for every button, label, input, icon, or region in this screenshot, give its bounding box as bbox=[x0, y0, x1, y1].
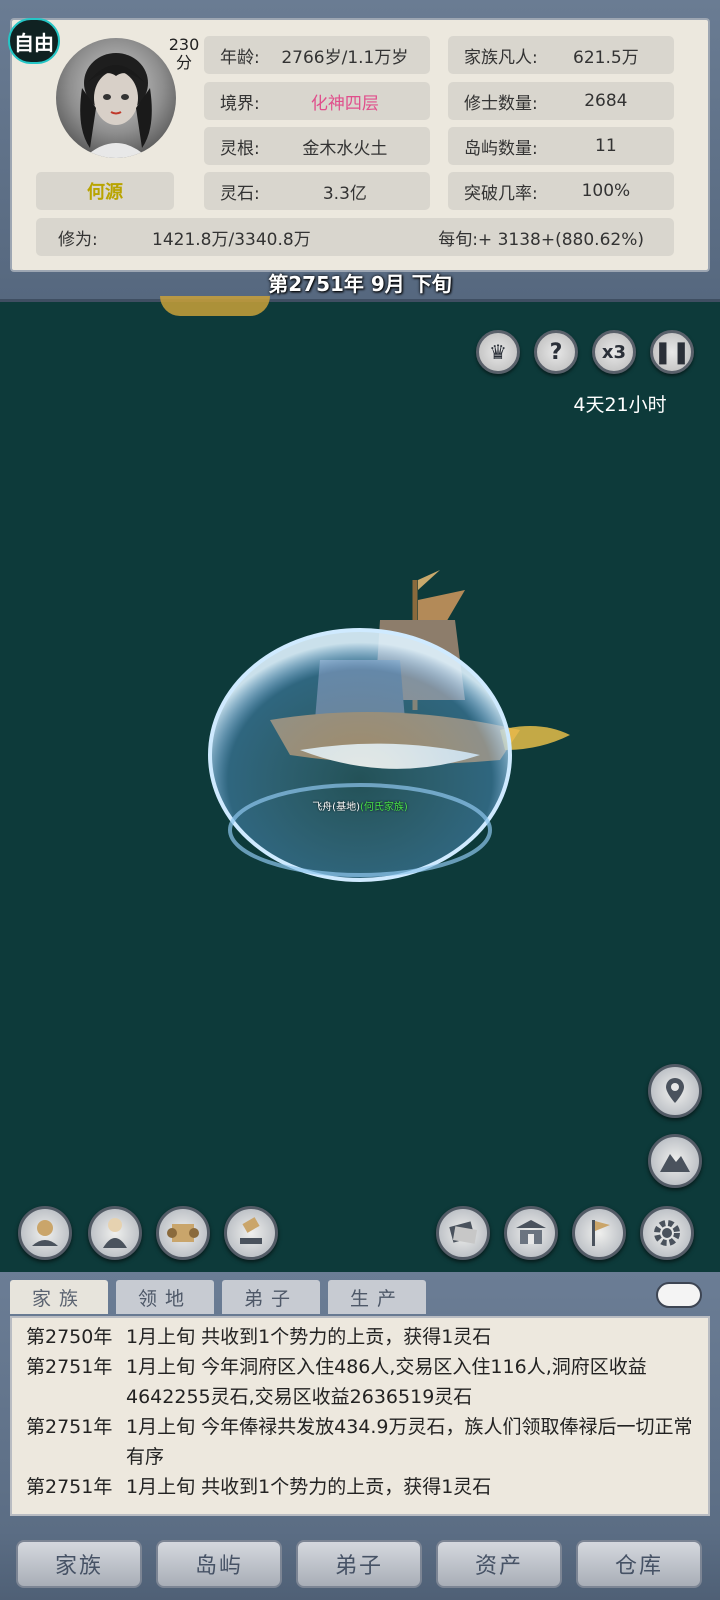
spirit-stone-cell: 灵石: 3.3亿 bbox=[204, 172, 430, 210]
flag-button[interactable] bbox=[572, 1206, 626, 1260]
speed-label: x3 bbox=[601, 341, 627, 363]
bottom-nav: 家族 岛屿 弟子 资产 仓库 bbox=[0, 1532, 720, 1600]
tab-disciples[interactable]: 弟子 bbox=[222, 1280, 320, 1314]
list-item: 第2751年 1月上旬 今年俸禄共发放434.9万灵石，族人们领取俸禄后一切正常… bbox=[26, 1416, 693, 1468]
free-mode-badge[interactable]: 自由 bbox=[8, 18, 60, 64]
ticket-icon bbox=[449, 1221, 478, 1244]
mortals-cell: 家族凡人: 621.5万 bbox=[448, 36, 674, 74]
breakthrough-cell: 突破几率: 100% bbox=[448, 172, 674, 210]
achievement-button[interactable]: ♛ bbox=[476, 330, 520, 374]
ship-label: 飞舟(基地)(何氏家族) bbox=[312, 802, 408, 813]
nav-islands-button[interactable]: 岛屿 bbox=[156, 1540, 282, 1588]
list-item: 第2750年 1月上旬 共收到1个势力的上贡，获得1灵石 bbox=[26, 1326, 492, 1348]
score-display: 230 分 bbox=[168, 35, 200, 72]
tab-production[interactable]: 生产 bbox=[328, 1280, 426, 1314]
pavilion-icon bbox=[516, 1220, 546, 1244]
scroll-button[interactable] bbox=[156, 1206, 210, 1260]
map-pin-icon bbox=[666, 1078, 684, 1103]
cultivators-cell: 修士数量: 2684 bbox=[448, 82, 674, 120]
tab-family[interactable]: 家族 bbox=[10, 1280, 108, 1314]
nav-warehouse-button[interactable]: 仓库 bbox=[576, 1540, 702, 1588]
player-name[interactable]: 何源 bbox=[36, 172, 174, 210]
list-item: 第2751年 1月上旬 共收到1个势力的上贡，获得1灵石 bbox=[26, 1476, 492, 1498]
trophy-icon: ♛ bbox=[489, 340, 507, 364]
log-panel: 家族 领地 弟子 生产 第2750年 1月上旬 共收到1个势力的上贡，获得1灵石… bbox=[0, 1272, 720, 1532]
spirit-root-cell: 灵根: 金木水火土 bbox=[204, 127, 430, 165]
auction-button[interactable] bbox=[224, 1206, 278, 1260]
islands-cell: 岛屿数量: 11 bbox=[448, 127, 674, 165]
mountain-icon bbox=[660, 1154, 690, 1172]
game-date: 第2751年 9月 下旬 bbox=[268, 272, 452, 296]
pause-icon: ❚❚ bbox=[653, 339, 691, 365]
log-list[interactable]: 第2750年 1月上旬 共收到1个势力的上贡，获得1灵石 第2751年 1月上旬… bbox=[10, 1316, 710, 1516]
scroll-icon bbox=[167, 1224, 199, 1242]
question-icon: ? bbox=[549, 339, 563, 365]
nav-disciples-button[interactable]: 弟子 bbox=[296, 1540, 422, 1588]
map-location-button[interactable] bbox=[648, 1064, 702, 1118]
sun-decoration bbox=[160, 296, 270, 316]
cultivation-bar: 修为: 1421.8万/3340.8万 每旬:+ 3138+(880.62%) bbox=[36, 218, 674, 256]
tickets-button[interactable] bbox=[436, 1206, 490, 1260]
realm-cell: 境界: 化神四层 bbox=[204, 82, 430, 120]
pet-icon[interactable] bbox=[656, 1282, 702, 1308]
person-icon bbox=[103, 1218, 127, 1248]
nav-assets-button[interactable]: 资产 bbox=[436, 1540, 562, 1588]
terrain-button[interactable] bbox=[648, 1134, 702, 1188]
gear-icon bbox=[654, 1220, 680, 1246]
building-button[interactable] bbox=[504, 1206, 558, 1260]
speed-button[interactable]: x3 bbox=[592, 330, 636, 374]
character-button[interactable] bbox=[88, 1206, 142, 1260]
gavel-icon bbox=[240, 1217, 262, 1244]
tab-territory[interactable]: 领地 bbox=[116, 1280, 214, 1314]
flying-ship-base[interactable] bbox=[200, 560, 580, 890]
nav-family-button[interactable]: 家族 bbox=[16, 1540, 142, 1588]
flag-icon bbox=[592, 1220, 610, 1246]
meditation-icon bbox=[32, 1220, 58, 1246]
list-item: 第2751年 1月上旬 今年洞府区入住486人,交易区入住116人,洞府区收益4… bbox=[26, 1356, 647, 1408]
help-button[interactable]: ? bbox=[534, 330, 578, 374]
pause-button[interactable]: ❚❚ bbox=[650, 330, 694, 374]
countdown-timer: 4天21小时 bbox=[573, 394, 667, 416]
settings-button[interactable] bbox=[640, 1206, 694, 1260]
avatar[interactable] bbox=[56, 38, 176, 158]
cultivate-button[interactable] bbox=[18, 1206, 72, 1260]
age-cell: 年龄: 2766岁/1.1万岁 bbox=[204, 36, 430, 74]
